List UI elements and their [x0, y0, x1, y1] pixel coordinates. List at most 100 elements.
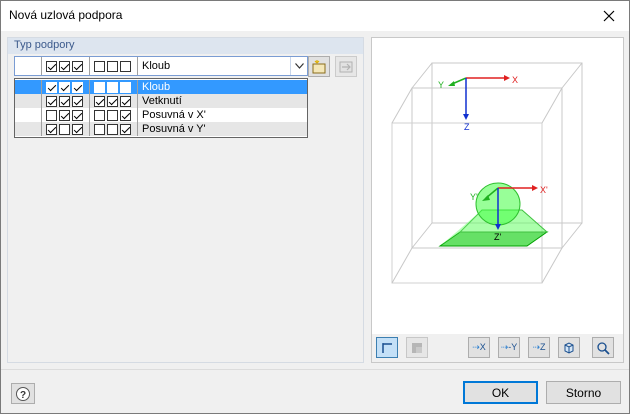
- dropdown-option[interactable]: Vetknutí: [15, 94, 307, 108]
- support-type-label: Vetknutí: [142, 95, 182, 107]
- translation-checkbox: [59, 123, 70, 135]
- local-x-label: X': [540, 185, 548, 195]
- view-y-icon: ⇢-Y: [500, 342, 518, 352]
- combo-selected-row: Kloub: [15, 57, 170, 75]
- column-separator: [89, 94, 90, 108]
- zoom-reset-button[interactable]: [592, 337, 614, 358]
- option-cells: Posuvná v X': [15, 108, 206, 122]
- global-x-label: X: [512, 75, 518, 85]
- help-icon: ?: [16, 386, 30, 401]
- rotation-checkbox: [107, 95, 118, 107]
- close-button[interactable]: [589, 1, 629, 31]
- edit-support-button[interactable]: [335, 56, 357, 77]
- cancel-button[interactable]: Storno: [546, 381, 621, 404]
- support-type-label: Posuvná v X': [142, 109, 206, 121]
- support-type-dropdown-list: Kloub Vetknutí Posuvná v X' Posuvná v Y': [14, 78, 308, 138]
- global-y-label: Y: [438, 80, 444, 90]
- column-separator: [137, 122, 138, 136]
- column-separator: [41, 122, 42, 136]
- dropdown-option[interactable]: Posuvná v X': [15, 108, 307, 122]
- translation-checkbox: [72, 60, 83, 72]
- local-z-label: Z': [494, 232, 501, 242]
- column-separator: [41, 57, 42, 75]
- option-cells: Posuvná v Y': [15, 122, 206, 136]
- column-separator: [89, 80, 90, 94]
- help-button[interactable]: ?: [11, 383, 35, 404]
- window-title: Nová uzlová podpora: [9, 8, 123, 22]
- rotation-checkbox: [120, 60, 131, 72]
- column-separator: [89, 57, 90, 75]
- translation-checkbox: [59, 95, 70, 107]
- rotation-checkbox: [120, 123, 131, 135]
- option-cells: Vetknutí: [15, 94, 182, 108]
- view-y-button[interactable]: ⇢-Y: [498, 337, 520, 358]
- axes-toggle-icon: [382, 342, 392, 353]
- dropdown-option[interactable]: Kloub: [15, 80, 307, 94]
- close-icon: [603, 10, 615, 22]
- rotation-checkbox: [94, 60, 105, 72]
- group-header: Typ podpory: [8, 38, 363, 54]
- ok-button[interactable]: OK: [463, 381, 538, 404]
- zoom-reset-icon: [597, 341, 610, 355]
- bounding-box: [391, 62, 583, 284]
- view-z-icon: ⇢Z: [532, 342, 546, 352]
- support-type-combo[interactable]: Kloub: [14, 56, 308, 76]
- translation-checkbox: [72, 95, 83, 107]
- column-separator: [89, 122, 90, 136]
- column-separator: [137, 108, 138, 122]
- svg-text:?: ?: [20, 390, 26, 401]
- translation-checkbox: [59, 60, 70, 72]
- support-type-label: Kloub: [142, 81, 171, 93]
- combo-dropdown-button[interactable]: [290, 57, 307, 75]
- option-cells: Kloub: [15, 80, 170, 94]
- translation-checkbox: [46, 81, 57, 93]
- title-bar: Nová uzlová podpora: [1, 1, 629, 31]
- rotation-checkbox: [94, 95, 105, 107]
- translation-checkbox: [46, 109, 57, 121]
- edit-support-icon: [339, 61, 353, 72]
- translation-checkbox: [46, 95, 57, 107]
- view-x-icon: ⇢X: [472, 342, 486, 352]
- rotation-checkbox: [94, 81, 105, 93]
- support-type-label: Kloub: [142, 60, 171, 72]
- group-label: Typ podpory: [14, 39, 75, 51]
- translation-checkbox: [59, 81, 70, 93]
- translation-checkbox: [72, 81, 83, 93]
- global-z-label: Z: [464, 122, 470, 132]
- preview-3d-view[interactable]: X Y Z X' Y' Z': [372, 38, 623, 334]
- rotation-checkbox: [107, 81, 118, 93]
- view-toolbar: ⇢X ⇢-Y ⇢Z: [372, 334, 623, 362]
- isometric-icon: [564, 341, 574, 354]
- dropdown-option[interactable]: Posuvná v Y': [15, 122, 307, 136]
- translation-checkbox: [72, 109, 83, 121]
- support-type-panel: Typ podpory Kloub Kloub Vetknutí Posuvná v…: [7, 37, 364, 363]
- axes-toggle-button[interactable]: [376, 337, 398, 358]
- new-support-button[interactable]: [308, 56, 330, 77]
- column-separator: [137, 57, 138, 75]
- isometric-view-button[interactable]: [558, 337, 580, 358]
- footer-separator: [1, 369, 629, 370]
- new-support-icon: [312, 59, 326, 73]
- column-separator: [41, 80, 42, 94]
- chevron-down-icon: [294, 63, 304, 69]
- dialog-window: Nová uzlová podpora Typ podpory Kloub Kl…: [0, 0, 630, 414]
- view-z-button[interactable]: ⇢Z: [528, 337, 550, 358]
- rotation-checkbox: [94, 123, 105, 135]
- column-separator: [89, 108, 90, 122]
- local-y-label: Y': [470, 192, 478, 202]
- rotation-checkbox: [107, 109, 118, 121]
- solid-toggle-icon: [412, 342, 422, 353]
- translation-checkbox: [46, 60, 57, 72]
- rotation-checkbox: [120, 81, 131, 93]
- column-separator: [41, 108, 42, 122]
- rotation-checkbox: [94, 109, 105, 121]
- translation-checkbox: [46, 123, 57, 135]
- translation-checkbox: [72, 123, 83, 135]
- rotation-checkbox: [107, 60, 118, 72]
- translation-checkbox: [59, 109, 70, 121]
- column-separator: [41, 94, 42, 108]
- column-separator: [137, 94, 138, 108]
- solid-toggle-button[interactable]: [406, 337, 428, 358]
- preview-panel: X Y Z X' Y' Z' ⇢X ⇢-Y ⇢Z: [371, 37, 624, 363]
- view-x-button[interactable]: ⇢X: [468, 337, 490, 358]
